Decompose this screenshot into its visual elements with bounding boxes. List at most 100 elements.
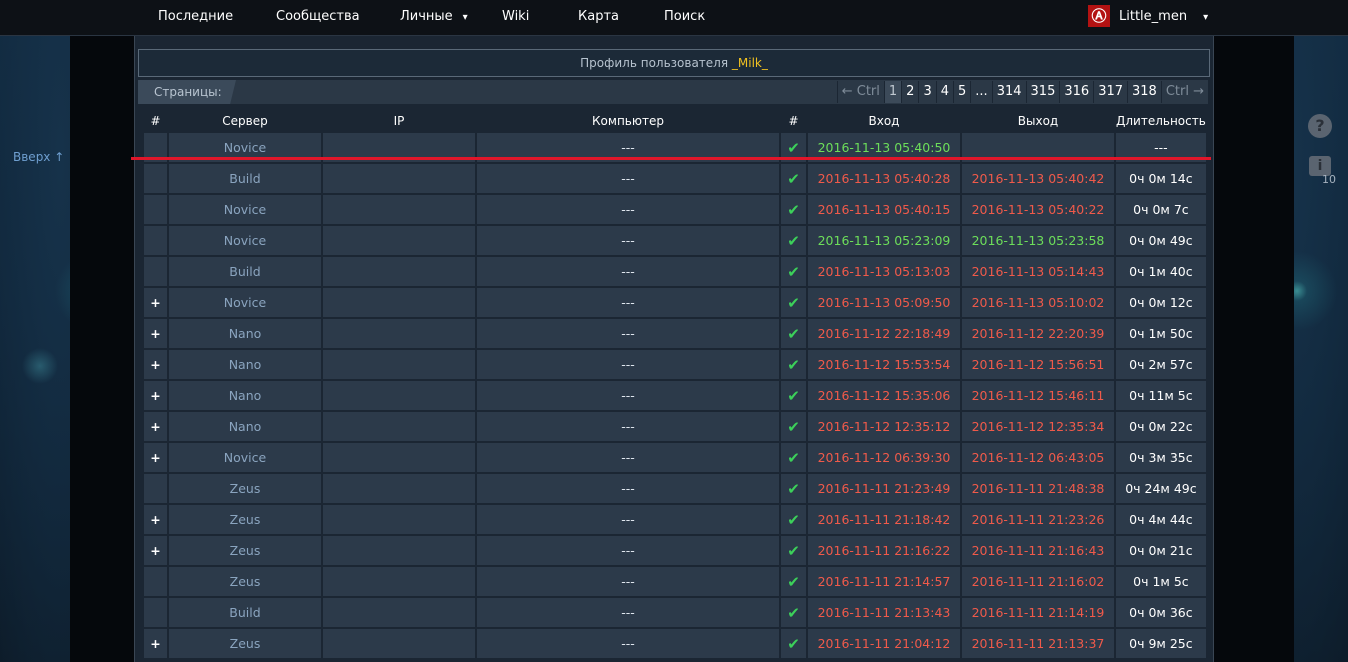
computer-cell: --- xyxy=(477,164,779,193)
login-time-cell: 2016-11-11 21:23:49 xyxy=(808,474,960,503)
row-expand-toggle xyxy=(144,257,167,286)
anarchy-avatar-icon[interactable]: Ⓐ xyxy=(1088,5,1110,27)
row-expand-toggle xyxy=(144,598,167,627)
table-row: + Nano --- ✔ 2016-11-12 15:53:54 2016-11-12 1… xyxy=(144,350,1206,379)
logout-time-cell: 2016-11-12 06:43:05 xyxy=(962,443,1114,472)
row-expand-toggle[interactable]: + xyxy=(144,412,167,441)
row-expand-toggle[interactable]: + xyxy=(144,381,167,410)
row-expand-toggle xyxy=(144,195,167,224)
row-expand-toggle[interactable]: + xyxy=(144,288,167,317)
row-expand-toggle[interactable]: + xyxy=(144,629,167,658)
duration-cell: 0ч 1м 5с xyxy=(1116,567,1206,596)
server-cell: Novice xyxy=(169,443,321,472)
nav-communities[interactable]: Сообщества xyxy=(276,0,360,35)
table-row: Zeus --- ✔ 2016-11-11 21:14:57 2016-11-11 21… xyxy=(144,567,1206,596)
page-314[interactable]: 314 xyxy=(991,81,1026,103)
table-row: + Nano --- ✔ 2016-11-12 15:35:06 2016-11-12 1… xyxy=(144,381,1206,410)
ip-cell xyxy=(323,505,475,534)
computer-cell: --- xyxy=(477,505,779,534)
server-cell: Zeus xyxy=(169,567,321,596)
table-row: Novice --- ✔ 2016-11-13 05:40:15 2016-11-13 … xyxy=(144,195,1206,224)
logout-time-cell: 2016-11-13 05:10:02 xyxy=(962,288,1114,317)
nav-wiki[interactable]: Wiki xyxy=(502,0,529,35)
computer-cell: --- xyxy=(477,567,779,596)
login-time-cell: 2016-11-12 22:18:49 xyxy=(808,319,960,348)
nav-personal[interactable]: Личные ▾ xyxy=(400,0,468,35)
profile-username[interactable]: _Milk_ xyxy=(732,56,768,70)
row-expand-toggle[interactable]: + xyxy=(144,350,167,379)
nav-recent[interactable]: Последние xyxy=(158,0,233,35)
scroll-up-link[interactable]: Вверх ↑ xyxy=(13,150,64,164)
server-cell: Nano xyxy=(169,319,321,348)
ip-cell xyxy=(323,381,475,410)
computer-cell: --- xyxy=(477,257,779,286)
col-num: # xyxy=(150,114,161,128)
ip-cell xyxy=(323,536,475,565)
row-expand-toggle xyxy=(144,164,167,193)
duration-cell: 0ч 4м 44с xyxy=(1116,505,1206,534)
row-expand-toggle xyxy=(144,474,167,503)
ip-cell xyxy=(323,567,475,596)
server-cell: Novice xyxy=(169,195,321,224)
check-icon: ✔ xyxy=(781,350,806,379)
server-cell: Nano xyxy=(169,350,321,379)
duration-cell: 0ч 0м 12с xyxy=(1116,288,1206,317)
duration-cell: 0ч 2м 57с xyxy=(1116,350,1206,379)
ip-cell xyxy=(323,350,475,379)
computer-cell: --- xyxy=(477,381,779,410)
logout-time-cell: 2016-11-13 05:40:42 xyxy=(962,164,1114,193)
page-5[interactable]: 5 xyxy=(953,81,970,103)
page-317[interactable]: 317 xyxy=(1093,81,1127,103)
computer-cell: --- xyxy=(477,412,779,441)
page-318[interactable]: 318 xyxy=(1127,81,1161,103)
page-316[interactable]: 316 xyxy=(1059,81,1093,103)
logout-time-cell: 2016-11-13 05:40:22 xyxy=(962,195,1114,224)
check-icon: ✔ xyxy=(781,505,806,534)
table-row: Build --- ✔ 2016-11-13 05:13:03 2016-11-13 0… xyxy=(144,257,1206,286)
page-315[interactable]: 315 xyxy=(1025,81,1060,103)
computer-cell: --- xyxy=(477,350,779,379)
login-time-cell: 2016-11-11 21:13:43 xyxy=(808,598,960,627)
logout-time-cell: 2016-11-11 21:14:19 xyxy=(962,598,1114,627)
page-4[interactable]: 4 xyxy=(935,81,953,103)
check-icon: ✔ xyxy=(781,164,806,193)
table-row: + Zeus --- ✔ 2016-11-11 21:18:42 2016-11-11 2… xyxy=(144,505,1206,534)
nav-search[interactable]: Поиск xyxy=(664,0,705,35)
logout-time-cell: 2016-11-12 22:20:39 xyxy=(962,319,1114,348)
table-header: # Сервер IP Компьютер # Вход Выход Длите… xyxy=(144,111,1205,131)
logout-time-cell: 2016-11-12 15:56:51 xyxy=(962,350,1114,379)
duration-cell: 0ч 0м 36с xyxy=(1116,598,1206,627)
page-3[interactable]: 3 xyxy=(918,81,935,103)
row-expand-toggle[interactable]: + xyxy=(144,536,167,565)
server-cell: Zeus xyxy=(169,536,321,565)
ip-cell xyxy=(323,195,475,224)
computer-cell: --- xyxy=(477,319,779,348)
user-menu[interactable]: Little_men ▾ xyxy=(1119,0,1208,35)
nav-map[interactable]: Карта xyxy=(578,0,619,35)
ip-cell xyxy=(323,443,475,472)
row-expand-toggle[interactable]: + xyxy=(144,443,167,472)
col-server: Сервер xyxy=(222,114,268,128)
ip-cell xyxy=(323,288,475,317)
check-icon: ✔ xyxy=(781,629,806,658)
page-2[interactable]: 2 xyxy=(901,81,918,103)
row-expand-toggle[interactable]: + xyxy=(144,505,167,534)
ip-cell xyxy=(323,319,475,348)
login-time-cell: 2016-11-13 05:40:28 xyxy=(808,164,960,193)
computer-cell: --- xyxy=(477,629,779,658)
help-icon[interactable]: ? xyxy=(1308,114,1332,138)
nav-personal-label: Личные xyxy=(400,9,453,24)
duration-cell: 0ч 9м 25с xyxy=(1116,629,1206,658)
check-icon: ✔ xyxy=(781,195,806,224)
check-icon: ✔ xyxy=(781,474,806,503)
page-next-ctrl[interactable]: Ctrl → xyxy=(1160,81,1208,103)
duration-cell: 0ч 0м 22с xyxy=(1116,412,1206,441)
computer-cell: --- xyxy=(477,195,779,224)
ip-cell xyxy=(323,226,475,255)
page-prev-ctrl[interactable]: ← Ctrl xyxy=(836,81,884,103)
login-time-cell: 2016-11-11 21:18:42 xyxy=(808,505,960,534)
duration-cell: 0ч 24м 49с xyxy=(1116,474,1206,503)
row-expand-toggle[interactable]: + xyxy=(144,319,167,348)
background-strip-left xyxy=(70,36,134,662)
duration-cell: 0ч 0м 49с xyxy=(1116,226,1206,255)
